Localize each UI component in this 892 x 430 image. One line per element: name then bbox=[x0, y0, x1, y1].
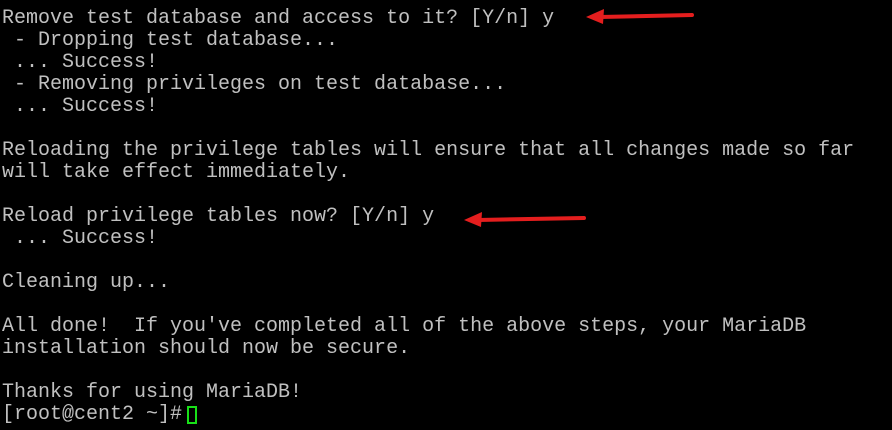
terminal-window[interactable]: Remove test database and access to it? [… bbox=[0, 0, 892, 430]
terminal-line: will take effect immediately. bbox=[2, 161, 351, 184]
terminal-line: Thanks for using MariaDB! bbox=[2, 381, 303, 404]
terminal-line: Reload privilege tables now? [Y/n] y bbox=[2, 205, 435, 228]
terminal-line: ... Success! bbox=[2, 227, 159, 250]
terminal-line: - Dropping test database... bbox=[2, 29, 339, 52]
terminal-line: installation should now be secure. bbox=[2, 337, 411, 360]
terminal-line: Cleaning up... bbox=[2, 271, 171, 294]
terminal-line: All done! If you've completed all of the… bbox=[2, 315, 807, 338]
terminal-line: Remove test database and access to it? [… bbox=[2, 7, 555, 30]
left-arrow-icon bbox=[464, 212, 586, 227]
terminal-line: ... Success! bbox=[2, 51, 159, 74]
shell-prompt-line[interactable]: [root@cent2 ~]# bbox=[2, 403, 198, 426]
shell-prompt: [root@cent2 ~]# bbox=[2, 403, 183, 426]
terminal-line: Reloading the privilege tables will ensu… bbox=[2, 139, 855, 162]
terminal-line: - Removing privileges on test database..… bbox=[2, 73, 507, 96]
terminal-line: ... Success! bbox=[2, 95, 159, 118]
left-arrow-icon bbox=[586, 9, 694, 24]
text-cursor[interactable] bbox=[187, 406, 198, 424]
